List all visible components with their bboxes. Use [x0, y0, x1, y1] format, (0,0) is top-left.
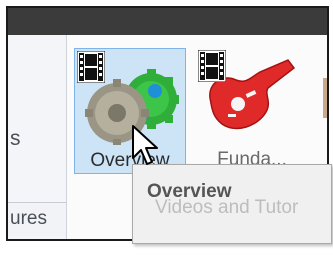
left-panel-tab-label: ures: [10, 208, 47, 229]
gallery-item-fundamentals[interactable]: Funda...: [196, 48, 308, 174]
tooltip-title: Overview: [147, 181, 232, 202]
left-panel: s ures: [8, 35, 67, 239]
tooltip: Videos and Tutor Overview: [132, 164, 332, 244]
mouse-pointer-icon: [132, 125, 158, 165]
film-strip-icon: [77, 51, 105, 83]
film-strip-icon: [198, 50, 226, 82]
gallery-item-overview[interactable]: Overview: [74, 48, 186, 174]
left-panel-label: s: [10, 127, 21, 150]
title-bar: [8, 8, 327, 35]
left-panel-tab[interactable]: ures: [8, 202, 66, 236]
partial-thumbnail: [323, 78, 327, 118]
gallery-item-partial[interactable]: [313, 48, 327, 174]
